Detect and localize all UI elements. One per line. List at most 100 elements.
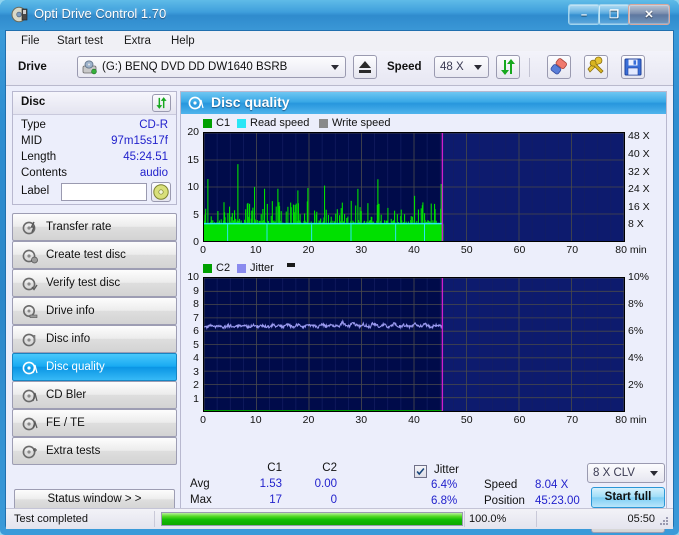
legend-label-c2: C2 <box>216 262 231 274</box>
c1-y2-tick: 40 X <box>628 148 650 160</box>
minimize-button[interactable]: – <box>568 4 600 25</box>
c1-x-tick: 40 <box>408 244 420 256</box>
eraser-icon <box>550 58 567 75</box>
page-title: Disc quality <box>211 94 290 110</box>
tools-button[interactable] <box>584 55 608 79</box>
sidebar-item-label: Verify test disc <box>46 277 121 289</box>
fe-te-icon <box>22 417 38 431</box>
jitter-y2-tick: 10% <box>628 271 650 283</box>
disc-label-input[interactable] <box>61 183 147 201</box>
eject-button[interactable] <box>353 55 377 79</box>
sidebar-item-verify-test-disc[interactable]: Verify test disc <box>12 269 177 297</box>
c1-y-tick: 15 <box>187 153 199 166</box>
verify-disc-icon <box>22 277 38 291</box>
sidebar-item-drive-info[interactable]: Drive info <box>12 297 177 325</box>
legend-swatch-read-speed <box>237 119 246 128</box>
jitter-x-tick: 60 <box>513 414 526 426</box>
save-button[interactable] <box>621 55 645 79</box>
menu-help[interactable]: Help <box>166 34 200 48</box>
statusbar-separator <box>154 511 155 527</box>
position-stat-value: 45:23.00 <box>535 495 580 507</box>
jitter-x-tick: 0 <box>200 414 206 426</box>
maximize-button[interactable]: ❐ <box>598 4 630 25</box>
jitter-checkbox[interactable] <box>414 465 427 478</box>
main-panel: Disc quality C1 Read speed Write speed 0… <box>180 91 667 533</box>
menu-bar: File Start test Extra Help <box>6 31 673 52</box>
disc-icon <box>153 184 169 200</box>
main-panel-header: Disc quality <box>181 92 666 114</box>
disc-refresh-button[interactable] <box>152 94 171 112</box>
disc-label-button[interactable] <box>151 182 171 202</box>
disc-row-length: Length 45:24.51 <box>13 151 176 167</box>
jitter-y-tick: 2 <box>193 379 199 391</box>
disc-row-key: Contents <box>21 167 68 179</box>
sidebar-item-fe-te[interactable]: FE / TE <box>12 409 177 437</box>
sidebar-item-label: Disc info <box>46 333 91 345</box>
c1-chart-legend: C1 Read speed Write speed <box>203 117 503 129</box>
status-window-button[interactable]: Status window > > <box>14 489 175 510</box>
stats-row-label-max: Max <box>190 494 212 506</box>
jitter-chart-plot[interactable] <box>203 277 625 412</box>
jitter-y2-tick: 8% <box>628 298 644 310</box>
legend-swatch-write-speed <box>319 119 328 128</box>
create-disc-icon <box>22 249 38 264</box>
speed-select[interactable]: 48 X <box>434 56 489 78</box>
resize-grip-icon[interactable] <box>658 515 670 527</box>
disc-info-icon <box>22 333 36 347</box>
jitter-x-tick: 20 <box>302 414 315 426</box>
menu-extra[interactable]: Extra <box>119 34 156 48</box>
transfer-rate-icon <box>22 221 36 235</box>
drive-value: (G:) BENQ DVD DD DW1640 BSRB <box>102 61 288 73</box>
disc-row-key: Length <box>21 151 57 163</box>
sidebar-item-label: FE / TE <box>46 417 85 429</box>
close-button[interactable]: ✕ <box>628 4 670 25</box>
c1-y-tick: 10 <box>187 181 199 193</box>
chevron-down-icon <box>331 65 339 70</box>
sidebar-item-create-test-disc[interactable]: Create test disc <box>12 241 177 269</box>
disc-label-key: Label <box>21 185 50 197</box>
c1-x-tick: 50 <box>460 244 473 256</box>
sidebar-item-cd-bler[interactable]: CD Bler <box>12 381 177 409</box>
sidebar-item-label: Disc quality <box>46 361 105 373</box>
disc-info-panel: Disc Type CD-R MID 97m15s17f Length 45:2… <box>12 91 177 205</box>
position-stat-label: Position <box>484 495 525 507</box>
progress-bar <box>161 512 463 526</box>
erase-button[interactable] <box>547 55 571 79</box>
menu-start-test[interactable]: Start test <box>52 34 108 48</box>
sidebar-item-disc-quality[interactable]: Disc quality <box>12 353 177 381</box>
disc-icon <box>11 6 28 23</box>
disc-row-value: audio <box>139 167 168 179</box>
disc-row-value: 45:24.51 <box>123 151 168 163</box>
menu-file[interactable]: File <box>16 34 45 48</box>
c1-y2-tick: 48 X <box>628 130 650 143</box>
refresh-button[interactable] <box>496 55 520 79</box>
start-full-button[interactable]: Start full <box>591 487 665 508</box>
c1-y-tick: 20 <box>187 126 199 138</box>
sidebar-item-label: Create test disc <box>46 249 126 261</box>
jitter-y-tick: 5 <box>193 338 199 351</box>
write-strategy-select[interactable]: 8 X CLV <box>587 463 665 483</box>
jitter-y2-tick: 4% <box>628 352 644 364</box>
c1-chart-plot[interactable] <box>203 132 625 242</box>
jitter-y-tick: 4 <box>193 352 199 364</box>
maximize-icon: ❐ <box>609 9 619 21</box>
sidebar-item-transfer-rate[interactable]: Transfer rate <box>12 213 177 241</box>
legend-swatch-jitter <box>237 264 246 273</box>
c1-y2-tick: 16 X <box>628 200 650 213</box>
c1-x-tick: 60 <box>513 244 526 256</box>
disc-quality-icon <box>188 96 204 110</box>
tools-icon <box>587 56 604 74</box>
disc-panel-header: Disc <box>13 92 176 115</box>
jitter-y-tick: 8 <box>193 298 199 310</box>
progress-percent: 100.0% <box>469 513 507 525</box>
jitter-avg-value: 6.4% <box>431 479 458 491</box>
stats-value-avg-c2: 0.00 <box>314 478 337 490</box>
client-area: File Start test Extra Help Drive (G:) BE… <box>5 30 674 533</box>
sidebar-item-disc-info[interactable]: Disc info <box>12 325 177 353</box>
sidebar-item-label: Drive info <box>46 305 95 317</box>
c1-x-tick: 70 <box>566 244 579 256</box>
drive-select[interactable]: (G:) BENQ DVD DD DW1640 BSRB <box>77 56 346 78</box>
sidebar-item-extra-tests[interactable]: Extra tests <box>12 437 177 465</box>
drive-icon <box>82 60 97 75</box>
c1-y-tick: 5 <box>193 208 199 221</box>
